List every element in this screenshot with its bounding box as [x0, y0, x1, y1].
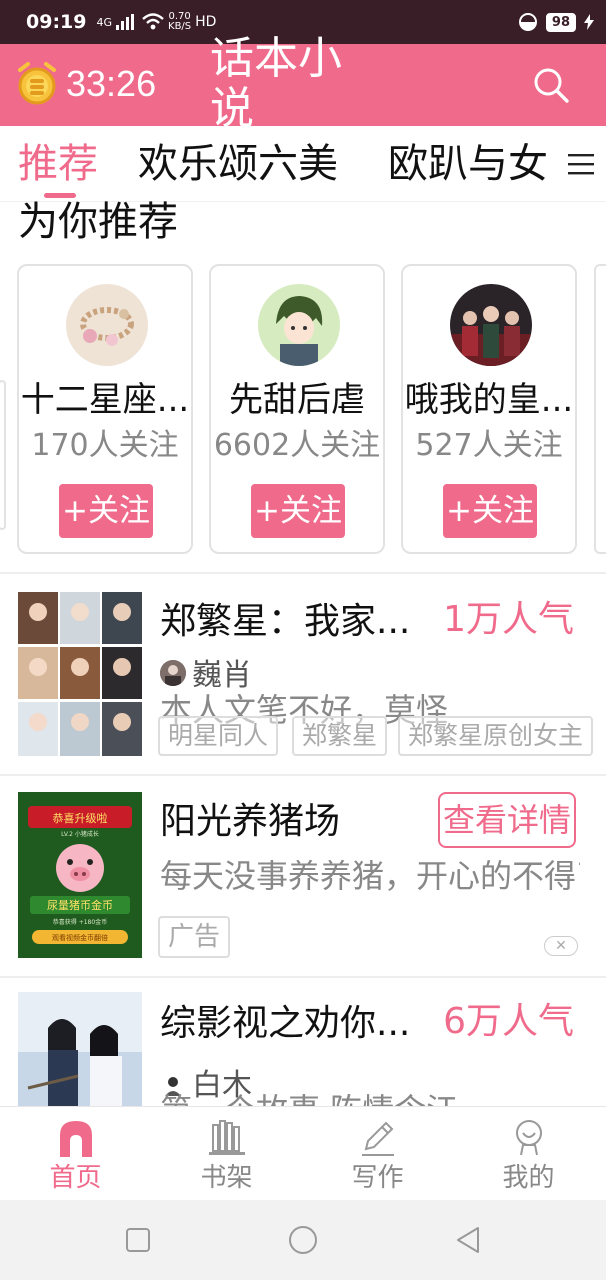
rec-card-avatar	[258, 284, 340, 366]
status-time: 09:19	[26, 11, 87, 33]
anime-boy-image	[258, 284, 340, 366]
nav-home[interactable]: 首页	[0, 1107, 151, 1201]
tab-oupa[interactable]: 欧趴与女	[388, 136, 548, 192]
author-avatar[interactable]	[160, 660, 186, 686]
pen-icon	[362, 1121, 394, 1156]
bracelet-image	[66, 284, 148, 366]
ad-cover: 恭喜升级啦 LV.2 小猪成长 尿量猪币金币 恭喜获得 +180金币 观看视频金…	[18, 792, 142, 958]
follow-button[interactable]: +关注	[251, 484, 345, 538]
ad-cover-sub: LV.2 小猪成长	[61, 830, 99, 838]
profile-icon	[516, 1120, 542, 1156]
tab-recommend[interactable]: 推荐	[18, 136, 98, 192]
rec-card-followers: 170人关注	[31, 428, 179, 463]
feed-popularity: 6万人气	[443, 1001, 574, 1042]
rec-card[interactable]: 哦我的皇... 527人关注 +关注	[401, 264, 577, 554]
nav-profile-label: 我的	[502, 1163, 555, 1193]
rec-card-name: 十二星座...	[20, 380, 190, 420]
follow-button[interactable]: +关注	[59, 484, 153, 538]
app-title: 话本小说	[210, 34, 342, 126]
system-navigation-bar	[0, 1200, 606, 1280]
feed-popularity: 1万人气	[443, 599, 574, 640]
ad-cover-small: 恭喜获得 +180金币	[53, 918, 107, 926]
eye-comfort-icon	[518, 13, 537, 31]
tag[interactable]: 郑繁星	[292, 716, 388, 756]
home-button-icon[interactable]	[287, 1224, 319, 1256]
ad-description: 每天没事养养猪，开心的不得了	[160, 857, 580, 895]
wifi-icon	[142, 13, 164, 30]
signal-icon	[116, 14, 135, 30]
rec-card-followers: 6602人关注	[213, 428, 381, 463]
drama-cover-image	[18, 992, 142, 1106]
nav-home-label: 首页	[49, 1163, 102, 1193]
recent-apps-icon[interactable]	[122, 1224, 154, 1256]
alarm-coin-icon[interactable]	[16, 62, 58, 106]
search-icon[interactable]	[532, 66, 570, 104]
ad-cover-text: 尿量猪币金币	[47, 898, 113, 912]
bottom-nav: 首页 书架 写作 我的	[0, 1106, 606, 1200]
tab-huanlesong[interactable]: 欢乐颂六美	[138, 136, 338, 192]
charging-icon	[584, 14, 594, 30]
feed-cover	[18, 592, 142, 756]
nav-profile[interactable]: 我的	[453, 1107, 604, 1201]
menu-icon[interactable]	[562, 142, 598, 186]
net-speed-unit: KB/S	[168, 21, 192, 32]
ad-close-icon[interactable]: ✕	[544, 936, 578, 956]
photo-grid-image	[18, 592, 142, 756]
view-details-button[interactable]: 查看详情	[438, 792, 576, 848]
ad-item[interactable]: 恭喜升级啦 LV.2 小猪成长 尿量猪币金币 恭喜获得 +180金币 观看视频金…	[0, 776, 606, 976]
feed-title: 郑繁星：我家...	[160, 601, 411, 642]
rec-card[interactable]: 十二星座... 170人关注 +关注	[17, 264, 193, 554]
feed-description: 第一个故事 陈情令江	[160, 1090, 580, 1106]
nav-bookshelf-label: 书架	[200, 1163, 253, 1193]
battery-level: 98	[545, 12, 576, 32]
drama-poster-image	[450, 284, 532, 366]
net-speed: 0.70 KB/S	[168, 12, 191, 32]
rec-card-avatar	[450, 284, 532, 366]
tag[interactable]: 明星同人	[158, 716, 279, 756]
bookshelf-icon	[209, 1120, 245, 1155]
hd-indicator: HD	[195, 14, 217, 30]
ad-label: 广告	[158, 916, 231, 958]
ad-title: 阳光养猪场	[160, 801, 341, 842]
tag[interactable]: 郑繁星原创女主	[398, 716, 594, 756]
feed-item[interactable]: 综影视之劝你... 6万人气 白木 第一个故事 陈情令江	[0, 978, 606, 1106]
nav-write-label: 写作	[351, 1163, 404, 1193]
rec-card-avatar	[66, 284, 148, 366]
section-title-recommend: 为你推荐	[18, 199, 178, 245]
rec-card-edge-left[interactable]	[0, 380, 6, 530]
back-icon[interactable]	[452, 1224, 484, 1256]
reading-timer[interactable]: 33:26	[66, 62, 156, 106]
nav-bookshelf[interactable]: 书架	[151, 1107, 302, 1201]
app-header: 33:26 话本小说	[0, 34, 606, 126]
home-icon	[60, 1121, 92, 1157]
nav-write[interactable]: 写作	[302, 1107, 453, 1201]
feed-title: 综影视之劝你...	[160, 1003, 411, 1044]
rec-card-name: 哦我的皇...	[404, 380, 574, 420]
rec-card-edge-right[interactable]	[594, 264, 606, 554]
rec-card[interactable]: 先甜后虐 6602人关注 +关注	[209, 264, 385, 554]
signal-indicator: 4G	[96, 15, 113, 29]
rec-card-followers: 527人关注	[415, 428, 563, 463]
rec-card-name: 先甜后虐	[229, 380, 365, 420]
pig-game-image: 恭喜升级啦 LV.2 小猪成长 尿量猪币金币 恭喜获得 +180金币 观看视频金…	[18, 792, 142, 958]
feed-item[interactable]: 郑繁星：我家... 1万人气 巍肖 本人文笔不好，莫怪 明星同人 郑繁星 郑繁星…	[0, 574, 606, 774]
ad-cover-btn: 观看视频金币翻倍	[52, 933, 108, 942]
ad-cover-banner: 恭喜升级啦	[53, 811, 108, 825]
feed-cover	[18, 992, 142, 1106]
follow-button[interactable]: +关注	[443, 484, 537, 538]
category-tabs: 推荐 欢乐颂六美 欧趴与女	[0, 126, 606, 202]
